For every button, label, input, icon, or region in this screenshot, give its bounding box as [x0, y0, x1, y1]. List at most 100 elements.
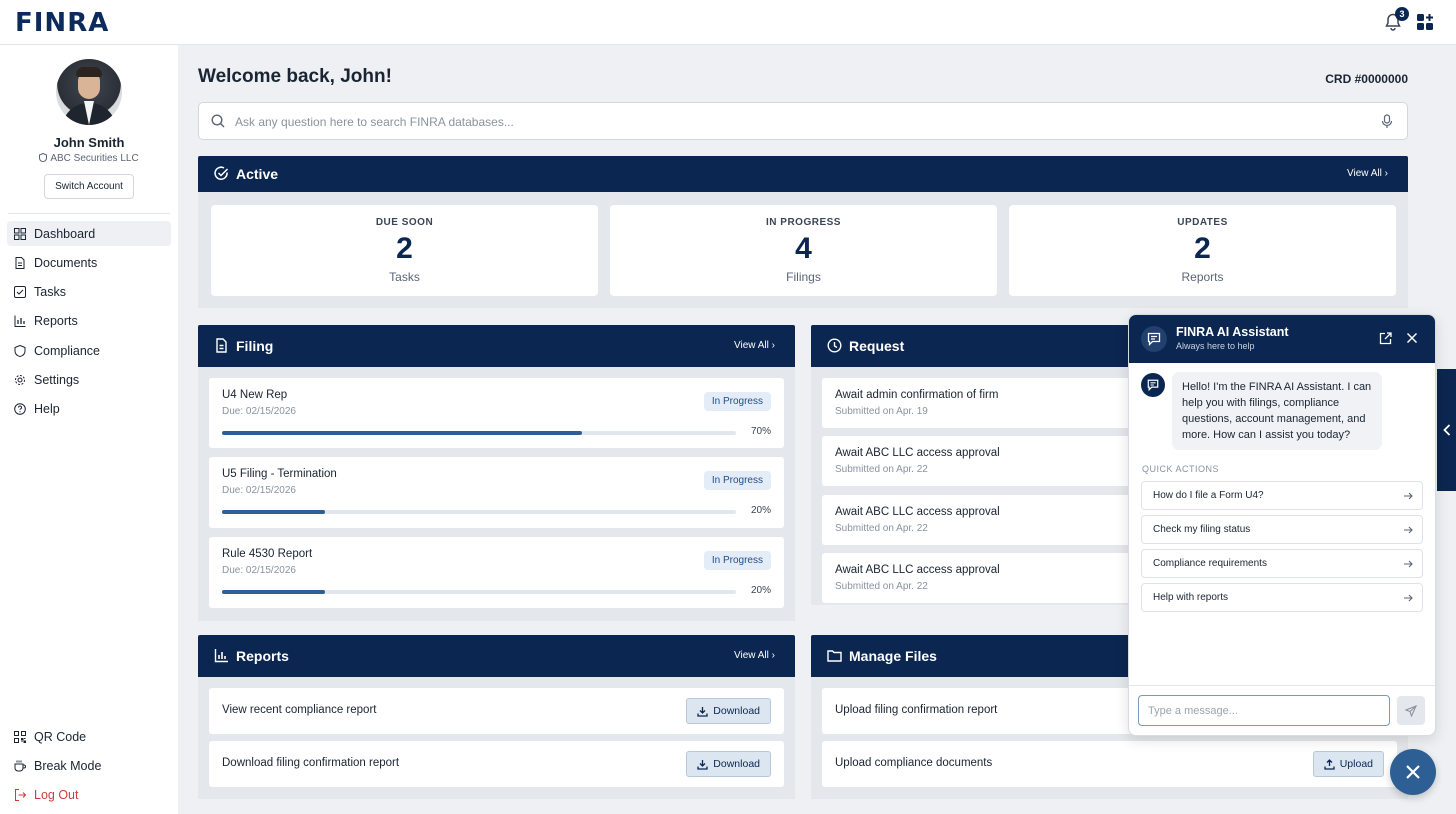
- filing-card[interactable]: Rule 4530 Report Due: 02/15/2026 In Prog…: [209, 537, 784, 608]
- task-check-icon: [14, 285, 26, 298]
- stat-label: DUE SOON: [375, 217, 434, 228]
- filing-card-due: Due: 02/15/2026: [222, 406, 296, 417]
- filing-card[interactable]: U5 Filing - Termination Due: 02/15/2026 …: [209, 457, 784, 528]
- sidebar-item-label: Dashboard: [34, 226, 96, 241]
- shield-icon: [14, 344, 26, 357]
- stat-in-progress[interactable]: IN PROGRESS 4 Filings: [610, 205, 997, 296]
- active-view-all-link[interactable]: View All ›: [1347, 168, 1388, 179]
- sidebar-item-settings[interactable]: Settings: [7, 367, 171, 392]
- request-card-title: Await admin confirmation of firm: [835, 389, 999, 401]
- bar-chart-icon: [14, 315, 26, 327]
- search-icon: [211, 114, 225, 128]
- upload-button[interactable]: Upload: [1312, 751, 1384, 777]
- sidebar-item-dashboard[interactable]: Dashboard: [7, 221, 171, 246]
- dashboard-icon: [14, 227, 26, 240]
- filing-card-due: Due: 02/15/2026: [222, 485, 296, 496]
- manage-files-title: Manage Files: [849, 648, 937, 664]
- active-header: Active View All ›: [198, 156, 1408, 192]
- send-button[interactable]: [1397, 696, 1425, 725]
- request-title: Request: [849, 338, 905, 354]
- status-badge: In Progress: [703, 392, 771, 411]
- gear-icon: [15, 374, 25, 385]
- stat-updates[interactable]: UPDATES 2 Reports: [1009, 205, 1396, 296]
- file-row: Upload compliance documents Upload: [822, 741, 1397, 787]
- active-panel: Active View All › DUE SOON 2 Tasks IN PR…: [198, 156, 1408, 308]
- sidebar-item-label: Log Out: [34, 787, 79, 802]
- status-badge: In Progress: [703, 471, 771, 490]
- progress-percent: 70%: [750, 426, 771, 437]
- reports-header: Reports View All ›: [198, 635, 795, 677]
- report-row: View recent compliance report Download: [209, 688, 784, 734]
- download-button[interactable]: Download: [686, 751, 771, 777]
- qr-code-icon: [14, 730, 26, 743]
- logout-icon: [15, 788, 26, 801]
- arrow-right-icon: [1404, 560, 1413, 568]
- quick-action-item[interactable]: Help with reports: [1141, 583, 1423, 612]
- stat-sub: Filings: [786, 270, 821, 284]
- chat-toggle-button[interactable]: [1390, 749, 1436, 795]
- bot-message: Hello! I'm the FINRA AI Assistant. I can…: [1172, 372, 1382, 450]
- close-icon[interactable]: [1406, 332, 1418, 344]
- sidebar-item-tasks[interactable]: Tasks: [7, 279, 171, 304]
- download-button[interactable]: Download: [686, 698, 771, 724]
- apps-grid-icon[interactable]: [1416, 13, 1434, 31]
- search-input[interactable]: [235, 112, 1355, 132]
- stat-label: UPDATES: [1177, 217, 1228, 228]
- progress-fill: [222, 431, 582, 435]
- file-row-title: Upload compliance documents: [835, 757, 993, 769]
- stat-label: IN PROGRESS: [766, 217, 841, 228]
- request-card-date: Submitted on Apr. 19: [835, 406, 928, 417]
- chevron-right-icon: ›: [771, 340, 775, 351]
- reports-view-all-link[interactable]: View All ›: [734, 650, 775, 661]
- filing-card-due: Due: 02/15/2026: [222, 565, 296, 576]
- upload-icon: [1324, 758, 1335, 770]
- filing-card-title: Rule 4530 Report: [222, 548, 313, 560]
- filing-title: Filing: [236, 338, 274, 354]
- clock-icon: [827, 338, 842, 353]
- sidebar-item-documents[interactable]: Documents: [7, 250, 171, 275]
- quick-action-item[interactable]: How do I file a Form U4?: [1141, 481, 1423, 510]
- ai-assistant-chat: FINRA AI Assistant Always here to help H…: [1128, 314, 1436, 736]
- quick-action-item[interactable]: Check my filing status: [1141, 515, 1423, 544]
- finra-logo[interactable]: FINRA: [15, 9, 109, 37]
- send-icon: [1405, 704, 1417, 717]
- switch-account-button[interactable]: Switch Account: [44, 174, 134, 199]
- sidebar-item-label: QR Code: [34, 729, 87, 744]
- filing-view-all-link[interactable]: View All ›: [734, 340, 775, 351]
- side-panel-toggle[interactable]: [1437, 369, 1456, 491]
- sidebar-item-qr-code[interactable]: QR Code: [7, 724, 171, 749]
- sidebar-item-break-mode[interactable]: Break Mode: [7, 753, 171, 778]
- chat-avatar: [1141, 326, 1167, 352]
- top-bar: FINRA 3: [0, 0, 1456, 45]
- active-title: Active: [236, 166, 279, 182]
- quick-action-item[interactable]: Compliance requirements: [1141, 549, 1423, 578]
- chevron-right-icon: ›: [771, 650, 775, 661]
- sidebar-divider: [8, 213, 170, 214]
- sidebar-item-compliance[interactable]: Compliance: [7, 338, 171, 363]
- arrow-right-icon: [1404, 594, 1413, 602]
- sidebar-item-reports[interactable]: Reports: [7, 308, 171, 333]
- chevron-left-icon: [1442, 424, 1450, 436]
- sidebar-item-label: Compliance: [34, 343, 101, 358]
- filing-card[interactable]: U4 New Rep Due: 02/15/2026 In Progress 7…: [209, 378, 784, 448]
- chat-message-input[interactable]: [1138, 695, 1390, 726]
- report-row-title: View recent compliance report: [222, 704, 377, 716]
- microphone-icon[interactable]: [1381, 114, 1393, 129]
- check-circle-icon: [214, 166, 229, 180]
- stat-value: 4: [795, 232, 812, 265]
- avatar[interactable]: [56, 59, 122, 125]
- chevron-right-icon: ›: [1384, 168, 1388, 179]
- sidebar-item-help[interactable]: Help: [7, 396, 171, 421]
- sidebar-item-log-out[interactable]: Log Out: [7, 782, 171, 807]
- stat-due-soon[interactable]: DUE SOON 2 Tasks: [211, 205, 598, 296]
- external-link-icon[interactable]: [1379, 332, 1392, 345]
- request-card-date: Submitted on Apr. 22: [835, 464, 928, 475]
- status-badge: In Progress: [703, 551, 771, 570]
- chat-divider: [1129, 685, 1435, 686]
- request-card-title: Await ABC LLC access approval: [835, 447, 1000, 459]
- help-circle-icon: [14, 402, 26, 415]
- chat-title: FINRA AI Assistant: [1176, 325, 1289, 339]
- shield-icon: [39, 152, 48, 163]
- stat-sub: Tasks: [389, 270, 420, 284]
- progress-track: [222, 510, 736, 514]
